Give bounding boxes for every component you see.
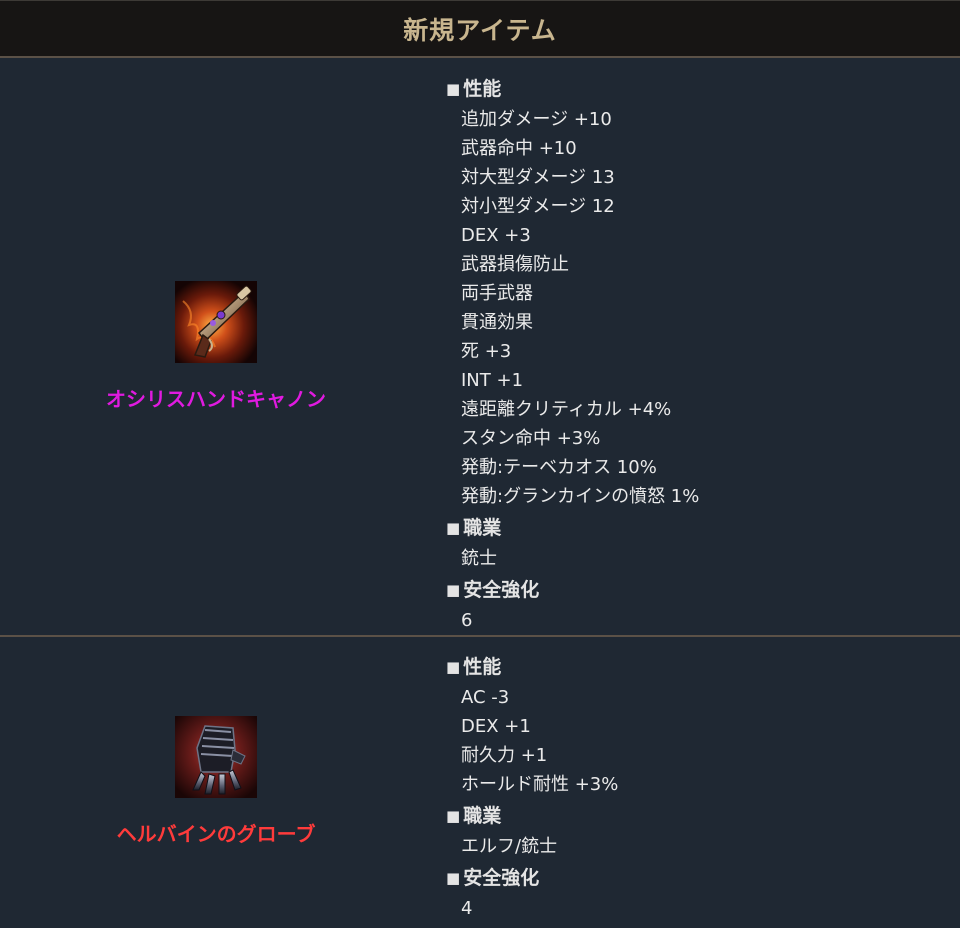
section-label: 性能	[463, 656, 502, 678]
item-row-2: ヘルバインのグローブ ■ 性能 AC -3 DEX +1 耐久力 +1 ホールド耐…	[0, 635, 960, 926]
bullet-icon: ■	[446, 80, 461, 98]
stat-line: 武器損傷防止	[461, 254, 569, 275]
safe-enchant-value: 6	[461, 610, 473, 631]
section-class-heading: ■ 職業	[446, 513, 946, 544]
item-2-name: ヘルバインのグローブ	[116, 822, 316, 846]
bullet-icon: ■	[446, 581, 461, 599]
new-items-panel: 新規アイテム オシリスハンドキャノン ■ 性能 追加ダメージ +10 武器命中 …	[0, 0, 960, 928]
stat-line: スタン命中 +3%	[461, 428, 601, 449]
stat-line: 対大型ダメージ 13	[461, 167, 615, 188]
stat-line: 耐久力 +1	[461, 745, 548, 766]
bullet-icon: ■	[446, 658, 461, 676]
section-label: 安全強化	[463, 867, 540, 889]
bullet-icon: ■	[446, 807, 461, 825]
class-value: エルフ/銃士	[461, 836, 558, 857]
stat-line: DEX +3	[461, 225, 531, 246]
section-label: 職業	[463, 517, 502, 539]
stat-line: 発動:テーベカオス 10%	[461, 457, 657, 478]
stat-line: ホールド耐性 +3%	[461, 774, 619, 795]
bullet-icon: ■	[446, 519, 461, 537]
stat-line: 武器命中 +10	[461, 138, 577, 159]
stat-line: 貫通効果	[461, 312, 533, 333]
class-value: 銃士	[461, 548, 497, 569]
item-2-summary: ヘルバインのグローブ	[0, 637, 432, 926]
panel-title: 新規アイテム	[403, 15, 557, 45]
glove-icon	[175, 716, 257, 798]
item-2-details: ■ 性能 AC -3 DEX +1 耐久力 +1 ホールド耐性 +3% ■ 職業 エ…	[446, 637, 946, 926]
stat-line: 追加ダメージ +10	[461, 109, 612, 130]
stat-line: AC -3	[461, 687, 510, 708]
section-class-heading: ■ 職業	[446, 801, 946, 832]
panel-header: 新規アイテム	[0, 0, 960, 58]
stat-line: DEX +1	[461, 716, 531, 737]
item-1-details: ■ 性能 追加ダメージ +10 武器命中 +10 対大型ダメージ 13 対小型ダメ…	[446, 58, 946, 635]
section-label: 安全強化	[463, 579, 540, 601]
stat-line: 両手武器	[461, 283, 533, 304]
section-performance-heading: ■ 性能	[446, 652, 946, 683]
stat-line: 死 +3	[461, 341, 512, 362]
stat-line: 遠距離クリティカル +4%	[461, 399, 672, 420]
bullet-icon: ■	[446, 869, 461, 887]
item-row-1: オシリスハンドキャノン ■ 性能 追加ダメージ +10 武器命中 +10 対大型ダ…	[0, 58, 960, 635]
stat-line: 発動:グランカインの憤怒 1%	[461, 486, 700, 507]
section-performance-heading: ■ 性能	[446, 74, 946, 105]
section-label: 職業	[463, 805, 502, 827]
item-1-summary: オシリスハンドキャノン	[0, 58, 432, 635]
hand-cannon-icon	[175, 281, 257, 363]
section-safe-enchant-heading: ■ 安全強化	[446, 863, 946, 894]
item-1-name: オシリスハンドキャノン	[106, 387, 326, 411]
stat-line: 対小型ダメージ 12	[461, 196, 615, 217]
stat-line: INT +1	[461, 370, 524, 391]
safe-enchant-value: 4	[461, 898, 473, 919]
section-label: 性能	[463, 78, 502, 100]
section-safe-enchant-heading: ■ 安全強化	[446, 575, 946, 606]
